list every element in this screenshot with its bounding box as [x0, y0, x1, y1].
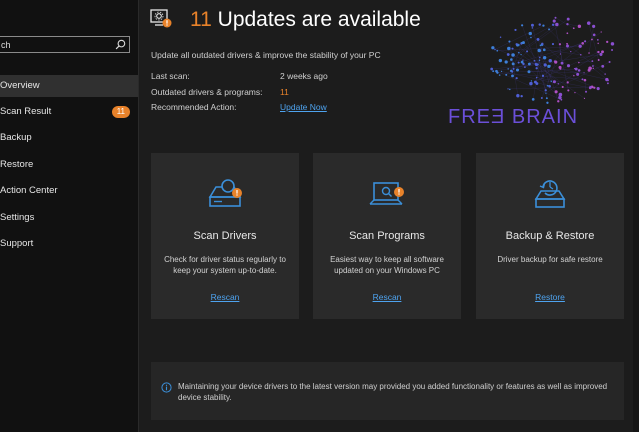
- notice-text: Maintaining your device drivers to the l…: [178, 382, 608, 402]
- scan-result-count-badge: 11: [111, 106, 130, 118]
- page-title: 11 Updates are available: [190, 8, 421, 32]
- scan-programs-icon: [369, 182, 404, 205]
- sidebar-item-overview[interactable]: Overview: [0, 75, 138, 97]
- scan-programs-card: Scan Programs Easiest way to keep all so…: [313, 153, 461, 319]
- search-input[interactable]: ch: [1, 40, 11, 50]
- rescan-programs-link[interactable]: Rescan: [313, 292, 461, 302]
- brand-watermark: FREƎ BRAIN: [448, 106, 579, 128]
- info-notice: Maintaining your device drivers to the l…: [151, 362, 624, 420]
- sidebar-item-label: Overview: [0, 80, 40, 91]
- rescan-drivers-link[interactable]: Rescan: [151, 292, 299, 302]
- card-title: Scan Drivers: [193, 230, 257, 242]
- last-scan-label: Last scan:: [151, 71, 190, 81]
- sidebar-item-label: Support: [0, 238, 34, 249]
- card-title: Backup & Restore: [505, 230, 595, 242]
- last-scan-value: 2 weeks ago: [280, 71, 328, 81]
- card-link-label[interactable]: Rescan: [373, 292, 402, 302]
- card-title: Scan Programs: [349, 230, 425, 242]
- search-icon[interactable]: [115, 39, 126, 50]
- sidebar-item-support[interactable]: Support: [0, 233, 138, 255]
- card-description: Check for driver status regularly to kee…: [164, 255, 286, 275]
- update-count: 11: [190, 8, 212, 31]
- sidebar-item-label: Backup: [0, 132, 32, 143]
- search-box[interactable]: ch: [0, 36, 130, 53]
- card-link-label[interactable]: Rescan: [211, 292, 240, 302]
- main-panel: 11 Updates are available Update all outd…: [138, 0, 639, 432]
- sidebar-item-label: Scan Result: [0, 106, 52, 117]
- sidebar-item-label: Restore: [0, 159, 34, 170]
- backup-restore-icon: [534, 180, 566, 208]
- sidebar-item-label: Settings: [0, 212, 35, 223]
- page-subtitle: Update all outdated drivers & improve th…: [151, 50, 381, 60]
- sidebar-item-action-center[interactable]: Action Center: [0, 180, 138, 202]
- sidebar-item-restore[interactable]: Restore: [0, 154, 138, 176]
- restore-link[interactable]: Restore: [476, 292, 624, 302]
- card-link-label[interactable]: Restore: [535, 292, 565, 302]
- outdated-label: Outdated drivers & programs:: [151, 87, 263, 97]
- sidebar-item-settings[interactable]: Settings: [0, 207, 138, 229]
- backup-restore-card: Backup & Restore Driver backup for safe …: [476, 153, 624, 319]
- scrollbar-track[interactable]: [633, 0, 639, 432]
- monitor-warning-icon: [150, 9, 172, 28]
- brain-logo: [490, 16, 615, 104]
- sidebar-item-backup[interactable]: Backup: [0, 127, 138, 149]
- recommended-label: Recommended Action:: [151, 102, 237, 112]
- card-description: Driver backup for safe restore: [497, 255, 603, 264]
- sidebar: ch Overview Scan Result 11 Backup Restor…: [0, 0, 139, 432]
- scan-drivers-icon: [208, 179, 242, 207]
- card-description: Easiest way to keep all software updated…: [330, 255, 444, 275]
- page-title-text: Updates are available: [211, 8, 421, 31]
- sidebar-item-label: Action Center: [0, 185, 58, 196]
- info-icon: [161, 382, 172, 393]
- sidebar-item-scan-result[interactable]: Scan Result 11: [0, 101, 138, 123]
- update-now-link[interactable]: Update Now: [280, 102, 327, 112]
- outdated-count: 11: [280, 87, 289, 97]
- scan-drivers-card: Scan Drivers Check for driver status reg…: [151, 153, 299, 319]
